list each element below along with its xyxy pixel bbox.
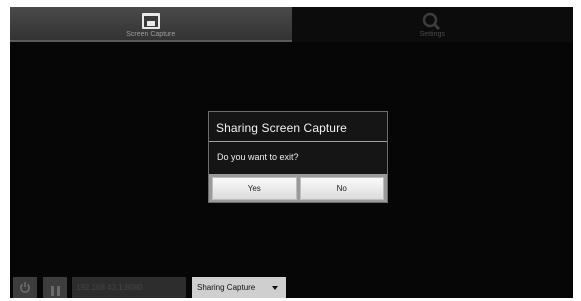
bottom-toolbar: 192.168.43.1:8080 Sharing Capture xyxy=(10,270,573,298)
chevron-down-icon xyxy=(272,286,278,290)
mode-dropdown[interactable]: Sharing Capture xyxy=(192,277,286,298)
mode-dropdown-value: Sharing Capture xyxy=(197,283,256,292)
tab-settings[interactable]: Settings xyxy=(291,7,573,42)
power-button[interactable] xyxy=(13,277,37,298)
exit-dialog: Sharing Screen Capture Do you want to ex… xyxy=(208,111,388,203)
dialog-button-bar: Yes No xyxy=(209,174,387,202)
dialog-message: Do you want to exit? xyxy=(217,152,299,162)
dialog-title: Sharing Screen Capture xyxy=(216,121,347,135)
tab-label: Screen Capture xyxy=(126,31,176,38)
ip-address-field[interactable]: 192.168.43.1:8080 xyxy=(72,277,186,298)
tab-screen-capture[interactable]: Screen Capture xyxy=(10,7,292,42)
yes-button[interactable]: Yes xyxy=(212,177,297,200)
tab-label: Settings xyxy=(419,31,445,38)
app-screen: Screen Capture Settings Sharing Screen C… xyxy=(10,7,573,298)
dialog-divider xyxy=(209,141,387,142)
pause-button[interactable] xyxy=(43,277,67,298)
pause-icon xyxy=(51,283,60,298)
tab-bar: Screen Capture Settings xyxy=(10,7,573,42)
power-icon xyxy=(19,281,31,298)
no-button[interactable]: No xyxy=(299,177,384,200)
